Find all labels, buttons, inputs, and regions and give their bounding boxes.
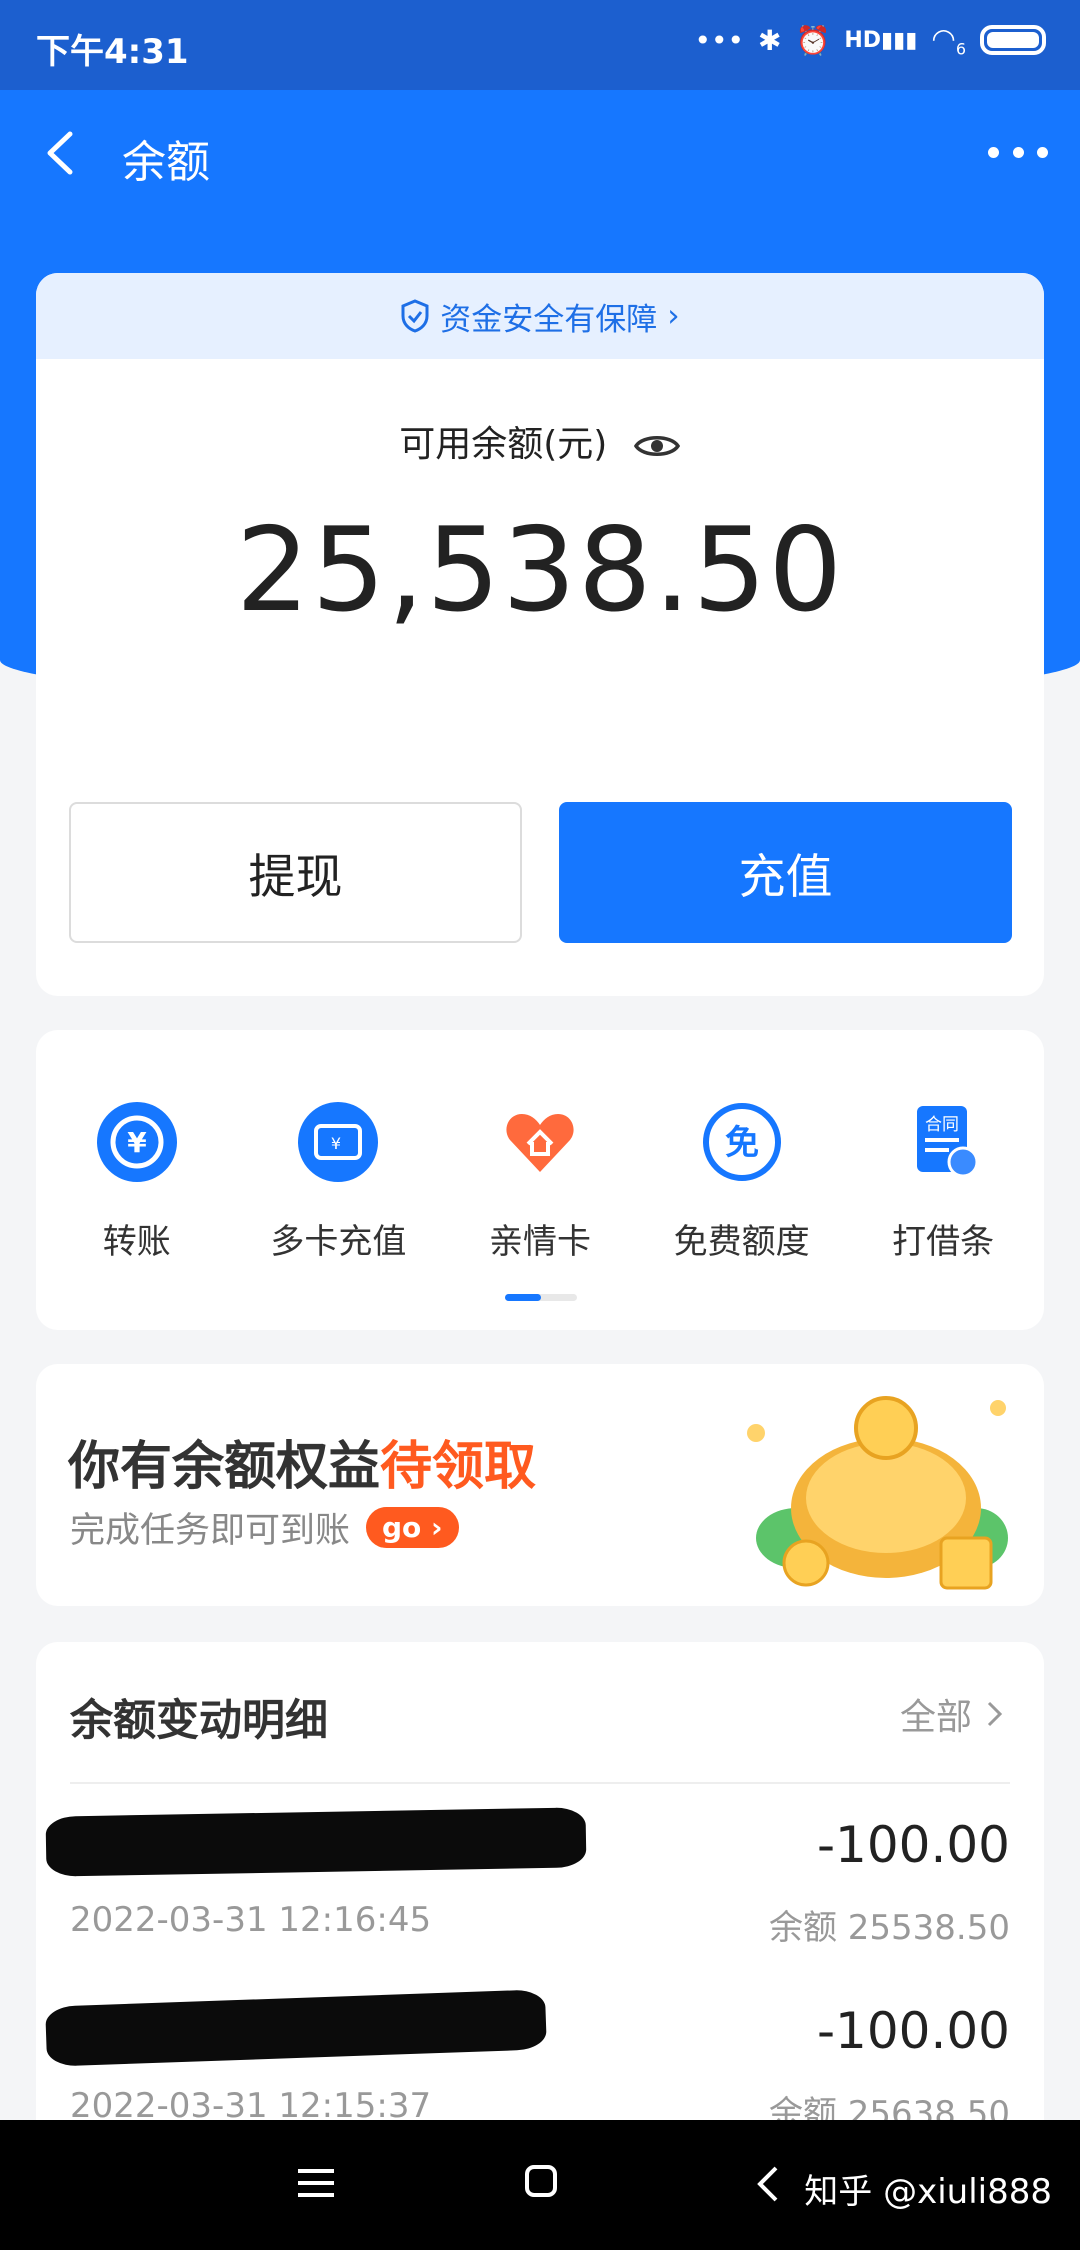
function-iou[interactable]: 合同 打借条 <box>842 1100 1044 1263</box>
status-time: 下午4:31 <box>36 32 189 72</box>
status-icons: ••• ✱ ⏰ HD▮▮▮ ◠6 <box>694 22 1046 59</box>
go-button[interactable]: go › <box>366 1507 459 1548</box>
balance-amount: 25,538.50 <box>235 503 845 638</box>
system-back-icon[interactable] <box>754 2164 784 2204</box>
safety-banner[interactable]: 资金安全有保障 › <box>36 273 1044 359</box>
chevron-right-icon: › <box>667 298 680 334</box>
transaction-row[interactable]: -100.00 2022-03-31 12:16:45 余额 25538.50 <box>45 1792 1010 1972</box>
signal-icon: HD▮▮▮ <box>844 27 918 53</box>
details-title: 余额变动明细 <box>70 1696 328 1746</box>
bluetooth-icon: ✱ <box>758 23 782 57</box>
function-multi-card-recharge[interactable]: ¥ 多卡充值 <box>238 1100 440 1263</box>
more-options-icon[interactable] <box>988 132 1048 172</box>
function-free-quota[interactable]: 免 免费额度 <box>641 1100 843 1263</box>
promo-title: 你有余额权益待领取 <box>68 1437 537 1497</box>
eye-icon[interactable] <box>633 430 681 462</box>
top-nav: 余额 <box>0 90 1080 220</box>
function-family-card[interactable]: 亲情卡 <box>439 1100 641 1263</box>
balance-card: 资金安全有保障 › 可用余额(元) 25,538.50 提现 充值 <box>36 273 1044 996</box>
balance-label: 可用余额(元) <box>36 415 1044 467</box>
more-dots-icon: ••• <box>694 23 745 57</box>
free-quota-icon: 免 <box>702 1103 781 1181</box>
functions-card: ¥ 转账 ¥ 多卡充值 亲情卡 免 免费额度 合同 打借条 <box>36 1030 1044 1330</box>
promo-card[interactable]: 你有余额权益待领取 完成任务即可到账 go › <box>36 1364 1044 1606</box>
promo-subtitle: 完成任务即可到账 go › <box>70 1502 459 1553</box>
divider <box>70 1782 1010 1784</box>
page-indicator <box>505 1294 577 1301</box>
iou-icon: 合同 <box>917 1106 979 1178</box>
watermark: 知乎 @xiuli888 <box>804 2172 1052 2212</box>
view-all-link[interactable]: 全部 <box>900 1688 1004 1740</box>
piggy-bank-illustration <box>747 1396 1008 1590</box>
redacted-name <box>45 1989 547 2067</box>
svg-text:免: 免 <box>725 1123 759 1163</box>
recharge-button[interactable]: 充值 <box>559 802 1012 943</box>
alarm-icon: ⏰ <box>795 23 831 57</box>
status-bar: 下午4:31 ••• ✱ ⏰ HD▮▮▮ ◠6 <box>0 0 1080 90</box>
family-card-icon <box>506 1114 574 1172</box>
wifi-icon: ◠6 <box>931 22 966 59</box>
svg-text:¥: ¥ <box>127 1126 147 1159</box>
page-title: 余额 <box>122 137 210 188</box>
withdraw-button[interactable]: 提现 <box>69 802 522 943</box>
transfer-icon: ¥ <box>96 1102 177 1182</box>
chevron-right-icon <box>987 1701 1003 1727</box>
home-icon[interactable] <box>524 2164 558 2198</box>
svg-text:合同: 合同 <box>925 1115 959 1135</box>
back-icon[interactable] <box>38 128 88 178</box>
menu-icon[interactable] <box>298 2166 334 2200</box>
system-nav-bar: 知乎 @xiuli888 <box>0 2120 1080 2250</box>
wallet-icon: ¥ <box>298 1102 379 1182</box>
safety-text: 资金安全有保障 <box>440 301 658 338</box>
function-transfer[interactable]: ¥ 转账 <box>36 1100 238 1263</box>
battery-icon <box>980 25 1046 56</box>
redacted-name <box>45 1807 587 1877</box>
svg-text:¥: ¥ <box>331 1134 341 1153</box>
shield-icon <box>401 299 429 333</box>
